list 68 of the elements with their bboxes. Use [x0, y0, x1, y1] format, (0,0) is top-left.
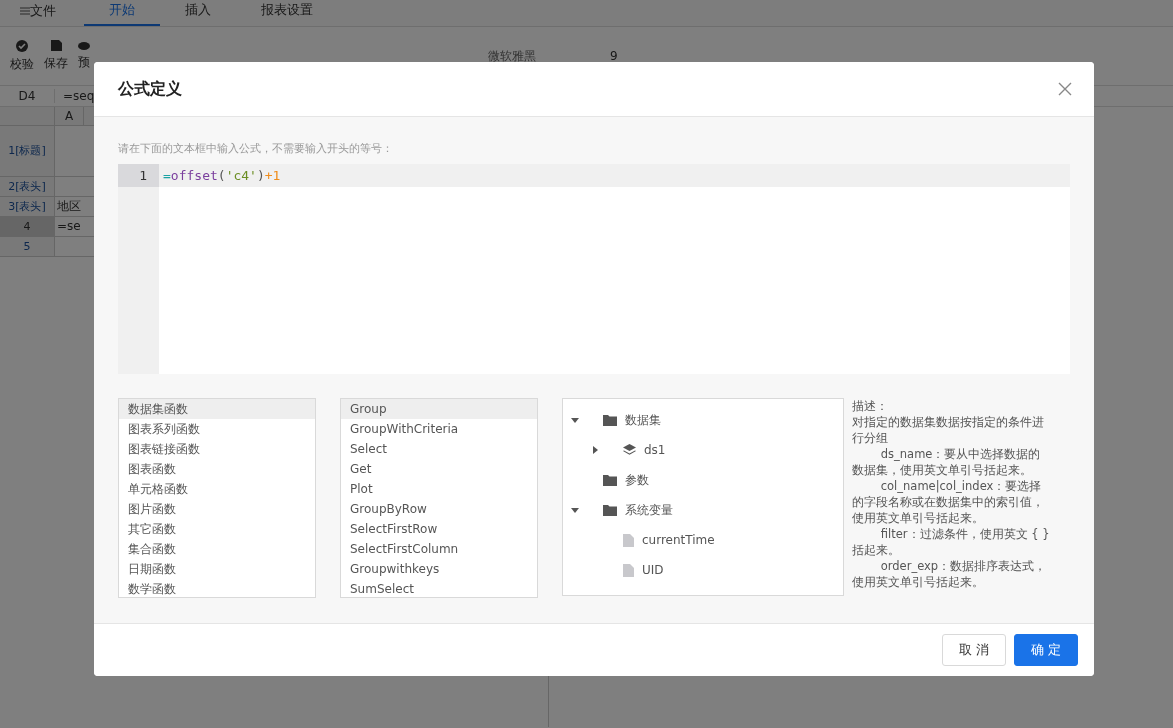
category-item[interactable]: 单元格函数 [119, 479, 315, 499]
category-item[interactable]: 图表链接函数 [119, 439, 315, 459]
line-number: 1 [118, 164, 159, 187]
category-item[interactable]: 数据集函数 [119, 399, 315, 419]
close-icon[interactable] [1058, 82, 1072, 96]
caret-icon[interactable] [591, 446, 599, 454]
validate-button[interactable]: 校验 [6, 39, 38, 73]
ribbon-tab[interactable]: 报表设置 [236, 1, 338, 26]
function-item[interactable]: Plot [341, 479, 537, 499]
caret-icon[interactable] [571, 416, 579, 424]
file-menu[interactable]: 文件 [0, 2, 84, 26]
tree-item[interactable]: currentTime [642, 533, 715, 547]
function-item[interactable]: Select [341, 439, 537, 459]
description-text: col_name|col_index：要选择的字段名称或在数据集中的索引值，使用英文单引号括起来。 [852, 478, 1045, 526]
layers-icon [623, 443, 636, 457]
ribbon-tab[interactable]: 插入 [160, 1, 236, 26]
function-item[interactable]: Group [341, 399, 537, 419]
tree-item[interactable]: 数据集 [625, 411, 661, 429]
function-item[interactable]: Groupwithkeys [341, 559, 537, 579]
category-item[interactable]: 图表函数 [119, 459, 315, 479]
cell-reference: D4 [0, 89, 55, 103]
instruction-text: 请在下面的文本框中输入公式，不需要输入开头的等号： [118, 141, 394, 156]
category-item[interactable]: 其它函数 [119, 519, 315, 539]
category-item[interactable]: 日期函数 [119, 559, 315, 579]
description-text: 描述： [852, 398, 889, 414]
function-item[interactable]: GroupByRow [341, 499, 537, 519]
table-cell-text: =se [56, 218, 81, 235]
category-item[interactable]: 图片函数 [119, 499, 315, 519]
description-text: order_exp：数据排序表达式，使用英文单引号括起来。 [852, 558, 1048, 590]
function-item[interactable]: GroupWithCriteria [341, 419, 537, 439]
function-item[interactable]: SumSelect [341, 579, 537, 597]
save-icon [50, 40, 62, 51]
category-item[interactable]: 数学函数 [119, 579, 315, 597]
row-header: 2[表头] [0, 177, 55, 196]
font-size-select[interactable]: 9 [610, 49, 650, 63]
column-header: A [55, 107, 84, 125]
folder-icon [603, 414, 617, 426]
check-icon [16, 39, 28, 52]
function-item[interactable]: Get [341, 459, 537, 479]
menu-icon [20, 7, 30, 15]
table-cell-text: 地区 [56, 198, 81, 215]
row-header: 1[标题] [0, 126, 55, 176]
row-header: 3[表头] [0, 197, 55, 216]
folder-icon [603, 474, 617, 486]
preview-button[interactable]: 预 [74, 41, 94, 71]
confirm-button[interactable]: 确 定 [1014, 634, 1078, 666]
formula-field[interactable]: =seq [55, 89, 95, 103]
tree-item[interactable]: 系统变量 [625, 501, 673, 519]
dialog-title: 公式定义 [118, 78, 182, 100]
code-editor[interactable]: 1 =offset('c4')+1 [118, 164, 1070, 374]
description-text: filter：过滤条件，使用英文 { } 括起来。 [852, 526, 1051, 558]
function-item[interactable]: SelectFirstColumn [341, 539, 537, 559]
eye-icon [78, 41, 90, 50]
tree-item[interactable]: 参数 [625, 471, 649, 489]
folder-icon [603, 504, 617, 516]
row-header: 4 [0, 217, 55, 236]
description-text: ds_name：要从中选择数据的数据集，使用英文单引号括起来。 [852, 446, 1042, 478]
tree-item[interactable]: ds1 [644, 443, 666, 457]
function-item[interactable]: SelectFirstRow [341, 519, 537, 539]
row-header: 5 [0, 237, 55, 256]
caret-icon[interactable] [571, 506, 579, 514]
cancel-button[interactable]: 取 消 [942, 634, 1006, 666]
save-button[interactable]: 保存 [40, 40, 72, 72]
tree-item[interactable]: UID [642, 563, 664, 577]
category-item[interactable]: 集合函数 [119, 539, 315, 559]
file-icon [623, 533, 634, 547]
category-item[interactable]: 图表系列函数 [119, 419, 315, 439]
file-icon [623, 563, 634, 577]
